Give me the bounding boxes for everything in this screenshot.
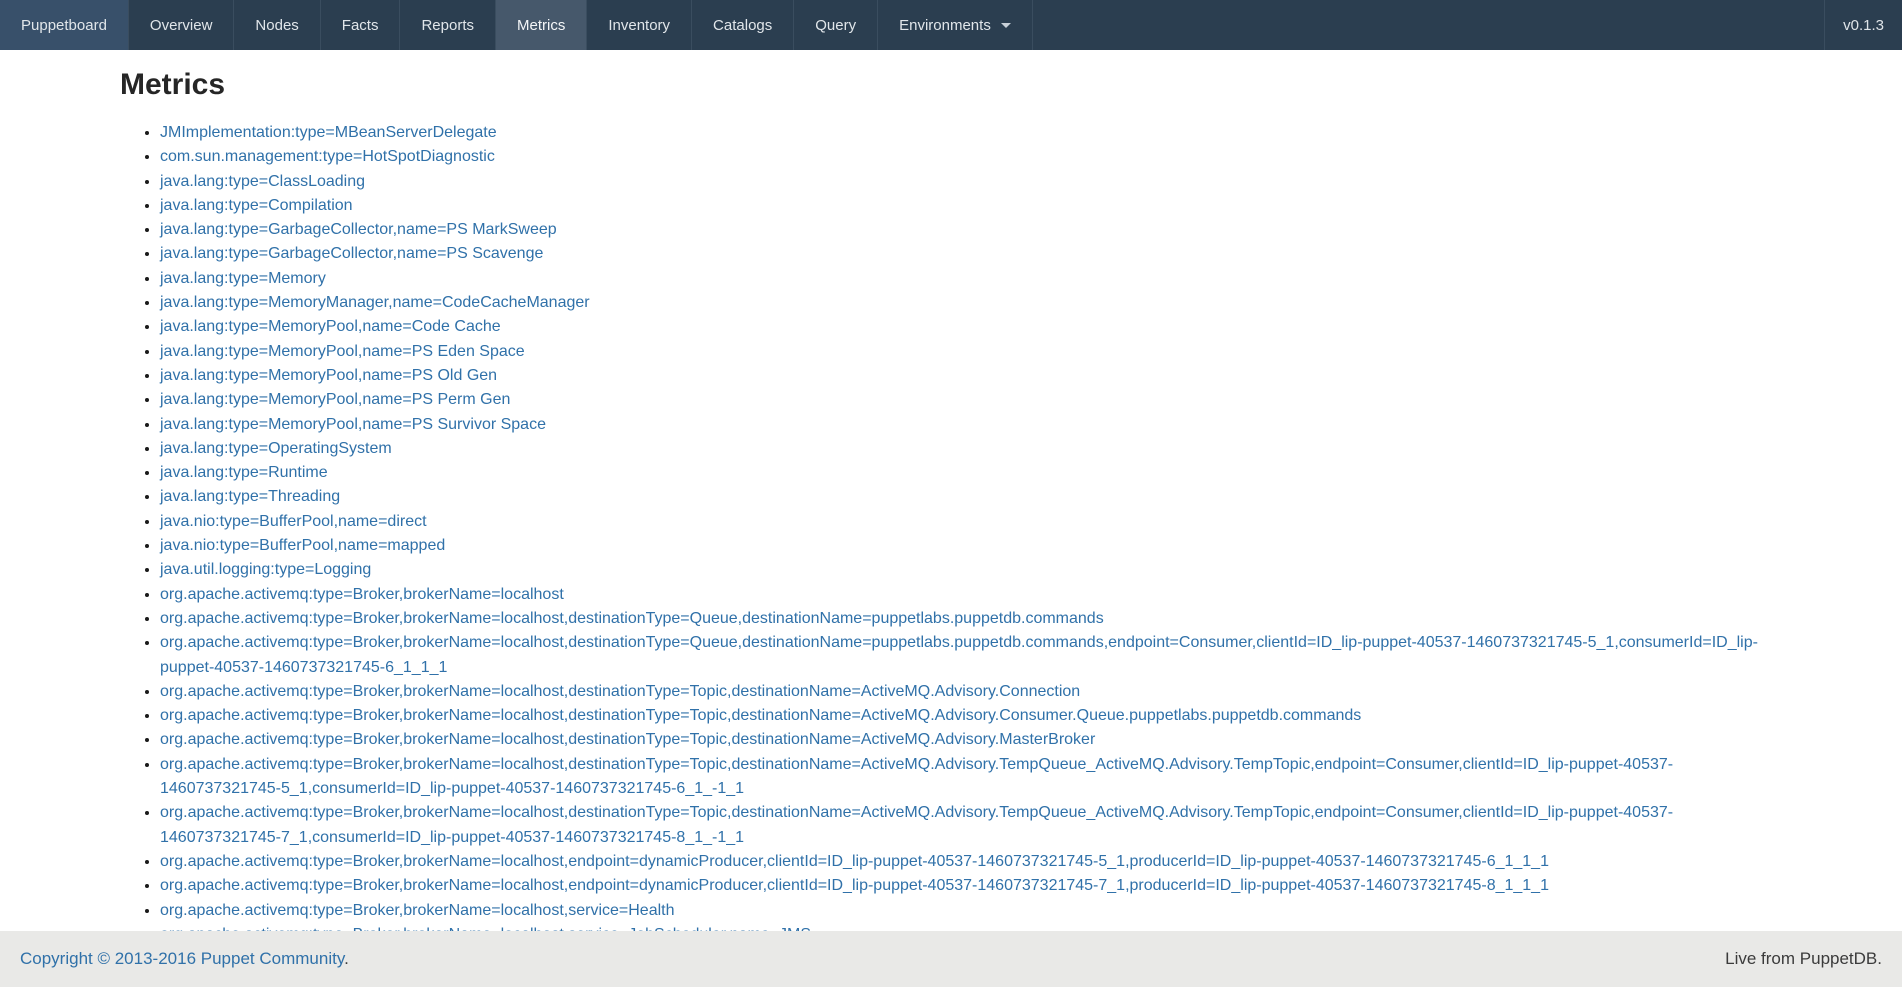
metric-list-item: java.lang:type=MemoryPool,name=Code Cach… [160,315,1770,339]
nav-item-query[interactable]: Query [794,0,878,50]
metric-list-item: org.apache.activemq:type=Broker,brokerNa… [160,801,1770,850]
metric-list-item: org.apache.activemq:type=Broker,brokerNa… [160,850,1770,874]
metric-list-item: org.apache.activemq:type=Broker,brokerNa… [160,680,1770,704]
metric-list-item: org.apache.activemq:type=Broker,brokerNa… [160,607,1770,631]
nav-item-environments[interactable]: Environments [878,0,1033,50]
metric-link[interactable]: org.apache.activemq:type=Broker,brokerNa… [160,707,1361,724]
metric-list-item: org.apache.activemq:type=Broker,brokerNa… [160,899,1770,923]
metric-link[interactable]: org.apache.activemq:type=Broker,brokerNa… [160,804,1673,845]
footer: Copyright © 2013-2016 Puppet Community. … [0,931,1902,987]
metric-link[interactable]: java.lang:type=MemoryPool,name=Code Cach… [160,318,501,335]
metric-link[interactable]: org.apache.activemq:type=Broker,brokerNa… [160,634,1758,675]
copyright-period: . [344,949,349,968]
nav-item-inventory[interactable]: Inventory [587,0,692,50]
metric-link[interactable]: java.util.logging:type=Logging [160,561,371,578]
metric-link[interactable]: org.apache.activemq:type=Broker,brokerNa… [160,902,675,919]
metric-link[interactable]: java.lang:type=MemoryPool,name=PS Perm G… [160,391,510,408]
metric-link[interactable]: com.sun.management:type=HotSpotDiagnosti… [160,148,495,165]
nav-item-nodes[interactable]: Nodes [234,0,320,50]
metric-list-item: java.lang:type=GarbageCollector,name=PS … [160,218,1770,242]
metric-list-item: java.util.logging:type=Logging [160,558,1770,582]
metric-list-item: com.sun.management:type=HotSpotDiagnosti… [160,145,1770,169]
metric-list-item: java.lang:type=MemoryPool,name=PS Surviv… [160,413,1770,437]
metrics-list: JMImplementation:type=MBeanServerDelegat… [120,121,1770,947]
metric-list-item: org.apache.activemq:type=Broker,brokerNa… [160,728,1770,752]
metric-link[interactable]: java.lang:type=Compilation [160,197,353,214]
metric-link[interactable]: org.apache.activemq:type=Broker,brokerNa… [160,610,1104,627]
metric-link[interactable]: org.apache.activemq:type=Broker,brokerNa… [160,756,1673,797]
metric-link[interactable]: org.apache.activemq:type=Broker,brokerNa… [160,853,1549,870]
puppetdb-status: Live from PuppetDB. [1725,949,1882,969]
metric-list-item: org.apache.activemq:type=Broker,brokerNa… [160,874,1770,898]
metric-list-item: java.lang:type=Runtime [160,461,1770,485]
copyright-link[interactable]: Copyright © 2013-2016 Puppet Community [20,949,344,968]
nav-item-catalogs[interactable]: Catalogs [692,0,794,50]
metric-list-item: java.lang:type=MemoryManager,name=CodeCa… [160,291,1770,315]
metric-list-item: org.apache.activemq:type=Broker,brokerNa… [160,631,1770,680]
nav-tabs: Puppetboard OverviewNodesFactsReportsMet… [0,0,1033,50]
caret-down-icon [1001,23,1011,28]
metric-link[interactable]: org.apache.activemq:type=Broker,brokerNa… [160,877,1549,894]
metric-link[interactable]: java.lang:type=MemoryManager,name=CodeCa… [160,294,590,311]
metric-list-item: java.lang:type=Compilation [160,194,1770,218]
metric-link[interactable]: java.lang:type=OperatingSystem [160,440,392,457]
metric-link[interactable]: org.apache.activemq:type=Broker,brokerNa… [160,683,1080,700]
metric-link[interactable]: JMImplementation:type=MBeanServerDelegat… [160,124,497,141]
metric-link[interactable]: java.lang:type=ClassLoading [160,173,365,190]
nav-item-metrics[interactable]: Metrics [496,0,587,50]
metric-link[interactable]: java.lang:type=Memory [160,270,326,287]
metric-link[interactable]: org.apache.activemq:type=Broker,brokerNa… [160,586,564,603]
metric-list-item: java.lang:type=Threading [160,485,1770,509]
metric-list-item: java.nio:type=BufferPool,name=mapped [160,534,1770,558]
metric-list-item: java.lang:type=MemoryPool,name=PS Perm G… [160,388,1770,412]
page-title: Metrics [120,68,1782,101]
metric-list-item: java.lang:type=GarbageCollector,name=PS … [160,242,1770,266]
metric-list-item: java.lang:type=Memory [160,267,1770,291]
metric-link[interactable]: java.lang:type=GarbageCollector,name=PS … [160,245,543,262]
main-content: Metrics JMImplementation:type=MBeanServe… [120,68,1782,947]
metric-list-item: java.nio:type=BufferPool,name=direct [160,510,1770,534]
metric-list-item: org.apache.activemq:type=Broker,brokerNa… [160,753,1770,802]
metric-link[interactable]: java.lang:type=MemoryPool,name=PS Surviv… [160,416,546,433]
navbar: Puppetboard OverviewNodesFactsReportsMet… [0,0,1902,50]
nav-item-reports[interactable]: Reports [400,0,496,50]
metric-link[interactable]: java.nio:type=BufferPool,name=direct [160,513,427,530]
metric-link[interactable]: java.lang:type=MemoryPool,name=PS Eden S… [160,343,525,360]
nav-item-facts[interactable]: Facts [321,0,401,50]
metric-link[interactable]: java.lang:type=Threading [160,488,340,505]
version-label: v0.1.3 [1824,0,1902,50]
metric-list-item: java.lang:type=ClassLoading [160,170,1770,194]
metric-list-item: java.lang:type=MemoryPool,name=PS Eden S… [160,340,1770,364]
metric-list-item: org.apache.activemq:type=Broker,brokerNa… [160,583,1770,607]
nav-brand-puppetboard[interactable]: Puppetboard [0,0,129,50]
metric-link[interactable]: java.lang:type=MemoryPool,name=PS Old Ge… [160,367,497,384]
metric-list-item: java.lang:type=MemoryPool,name=PS Old Ge… [160,364,1770,388]
nav-item-overview[interactable]: Overview [129,0,235,50]
metric-list-item: org.apache.activemq:type=Broker,brokerNa… [160,704,1770,728]
copyright-text: Copyright © 2013-2016 Puppet Community. [20,949,349,969]
metric-link[interactable]: java.lang:type=GarbageCollector,name=PS … [160,221,557,238]
metric-link[interactable]: java.nio:type=BufferPool,name=mapped [160,537,445,554]
metric-link[interactable]: org.apache.activemq:type=Broker,brokerNa… [160,731,1095,748]
metric-list-item: java.lang:type=OperatingSystem [160,437,1770,461]
metric-link[interactable]: java.lang:type=Runtime [160,464,328,481]
metric-list-item: JMImplementation:type=MBeanServerDelegat… [160,121,1770,145]
